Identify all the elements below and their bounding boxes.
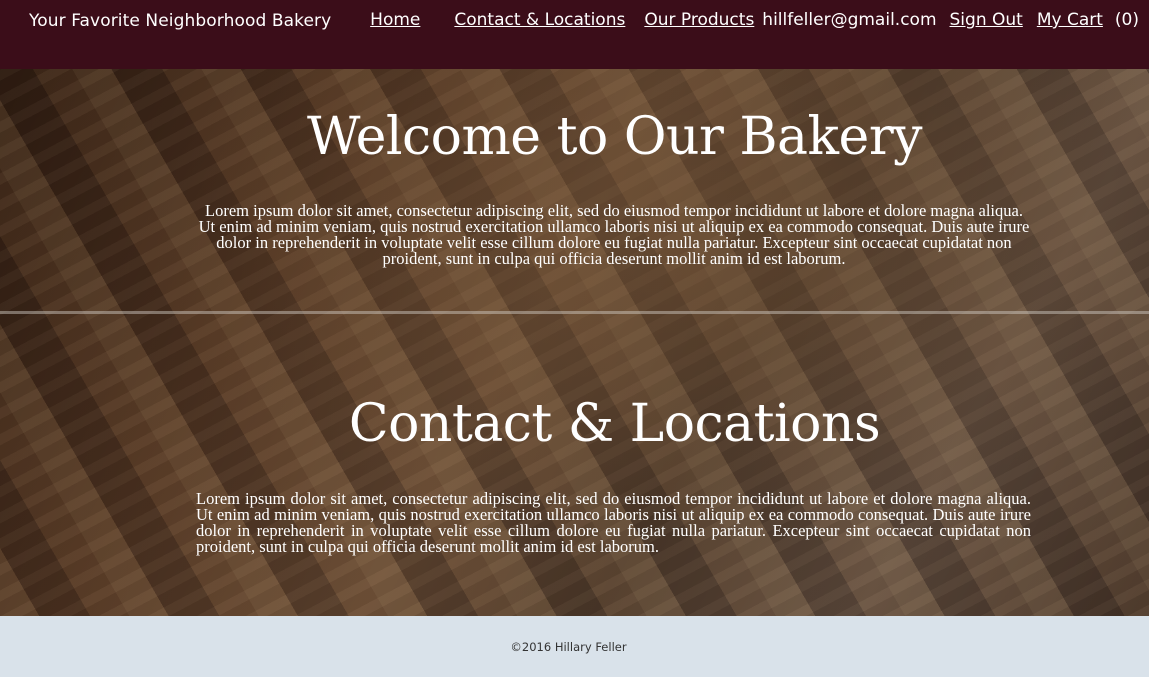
nav-products-link[interactable]: Our Products (644, 10, 754, 30)
section-divider (0, 311, 1149, 314)
top-nav-bar: Your Favorite Neighborhood Bakery Home C… (0, 0, 1149, 69)
welcome-heading: Welcome to Our Bakery (306, 107, 923, 167)
site-brand[interactable]: Your Favorite Neighborhood Bakery (29, 11, 331, 31)
copyright-text: ©2016 Hillary Feller (510, 640, 627, 654)
page-footer: ©2016 Hillary Feller (0, 616, 1149, 677)
hero-bread-background: Welcome to Our Bakery Lorem ipsum dolor … (0, 69, 1149, 616)
my-cart-link[interactable]: My Cart (1037, 10, 1103, 30)
cart-count: (0) (1114, 10, 1139, 30)
contact-heading: Contact & Locations (348, 394, 881, 454)
nav-links: Home Contact & Locations Our Products hi… (370, 10, 1139, 30)
user-email: hillfeller@gmail.com (762, 10, 937, 30)
nav-home-link[interactable]: Home (370, 10, 420, 30)
sign-out-link[interactable]: Sign Out (950, 10, 1023, 30)
nav-contact-link[interactable]: Contact & Locations (454, 10, 625, 30)
welcome-text: Lorem ipsum dolor sit amet, consectetur … (198, 201, 1030, 268)
contact-text: Lorem ipsum dolor sit amet, consectetur … (196, 489, 1031, 556)
